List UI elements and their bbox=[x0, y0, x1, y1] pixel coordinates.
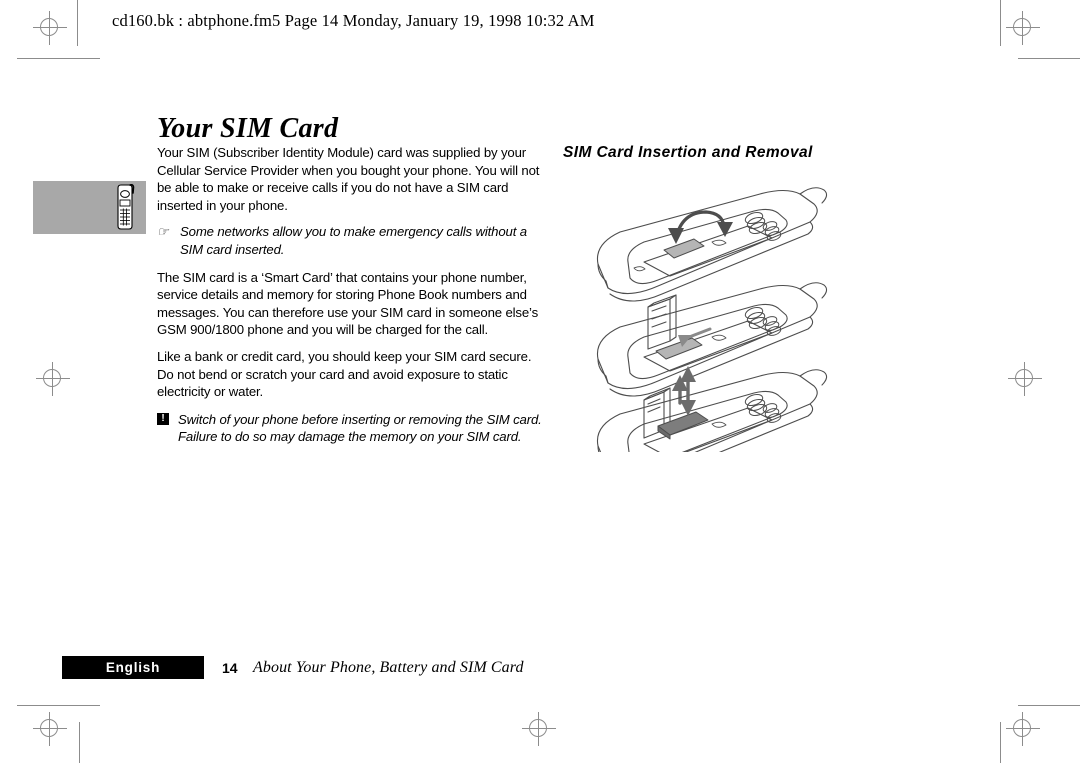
crop-line-left-horizontal-top bbox=[17, 58, 100, 60]
registration-hline bbox=[1008, 378, 1042, 380]
note-emergency-calls: ☞ Some networks allow you to make emerge… bbox=[157, 223, 549, 258]
crop-line-right-horizontal-top bbox=[1018, 58, 1080, 60]
crop-line-left-vertical-bottom bbox=[79, 722, 81, 763]
crop-line-right-vertical-top bbox=[1000, 0, 1002, 46]
crop-line-right-vertical-bottom bbox=[1000, 722, 1002, 763]
registration-mark-mid-left bbox=[36, 362, 70, 396]
registration-ring bbox=[529, 719, 547, 737]
section-heading-sim-insertion: SIM Card Insertion and Removal bbox=[563, 144, 813, 161]
registration-vline bbox=[49, 712, 51, 746]
footer-running-title: About Your Phone, Battery and SIM Card bbox=[253, 659, 524, 676]
pointing-hand-icon: ☞ bbox=[157, 224, 169, 240]
registration-vline bbox=[52, 362, 54, 396]
registration-ring bbox=[1015, 369, 1033, 387]
right-column: SIM Card Insertion and Removal bbox=[563, 144, 893, 162]
figure-phone-battery-compartment-open bbox=[596, 187, 828, 302]
paragraph-smart-card: The SIM card is a ‘Smart Card’ that cont… bbox=[157, 269, 539, 338]
registration-ring bbox=[1013, 18, 1031, 36]
exclamation-warning-icon: ! bbox=[157, 412, 169, 425]
registration-vline bbox=[1022, 11, 1024, 45]
registration-hline bbox=[33, 27, 67, 29]
registration-ring bbox=[43, 369, 61, 387]
footer-language-tab: English bbox=[62, 656, 204, 679]
registration-hline bbox=[1006, 728, 1040, 730]
page-title: Your SIM Card bbox=[157, 112, 339, 144]
crop-line-left-vertical-top bbox=[77, 0, 79, 46]
paragraph-card-care: Like a bank or credit card, you should k… bbox=[157, 348, 532, 400]
registration-vline bbox=[49, 11, 51, 45]
crop-line-left-horizontal-bottom bbox=[17, 705, 100, 707]
page-header-line: cd160.bk : abtphone.fm5 Page 14 Monday, … bbox=[112, 11, 595, 30]
warning-text: Switch of your phone before inserting or… bbox=[178, 411, 542, 445]
margin-icon-block bbox=[33, 181, 146, 234]
registration-ring bbox=[40, 719, 58, 737]
warning-switch-off-phone: ! Switch of your phone before inserting … bbox=[157, 411, 549, 446]
registration-mark-mid-right bbox=[1008, 362, 1042, 396]
registration-mark-bottom-center bbox=[522, 712, 556, 746]
registration-hline bbox=[33, 728, 67, 730]
note-text: Some networks allow you to make emergenc… bbox=[180, 224, 527, 257]
figure-sim-card-insertion bbox=[596, 366, 828, 452]
registration-ring bbox=[1013, 719, 1031, 737]
registration-mark-bottom-left bbox=[33, 712, 67, 746]
mobile-phone-illustration-icon bbox=[117, 184, 135, 230]
registration-vline bbox=[1022, 712, 1024, 746]
registration-mark-top-left bbox=[33, 11, 67, 45]
registration-hline bbox=[1006, 27, 1040, 29]
registration-vline bbox=[538, 712, 540, 746]
registration-vline bbox=[1024, 362, 1026, 396]
registration-mark-bottom-right bbox=[1006, 712, 1040, 746]
crop-line-right-horizontal-bottom bbox=[1018, 705, 1080, 707]
registration-ring bbox=[40, 18, 58, 36]
registration-hline bbox=[522, 728, 556, 730]
paragraph-sim-supplied: Your SIM (Subscriber Identity Module) ca… bbox=[157, 145, 540, 213]
sim-insertion-figure-group bbox=[596, 187, 828, 452]
registration-hline bbox=[36, 378, 70, 380]
registration-mark-top-right bbox=[1006, 11, 1040, 45]
footer-page-number: 14 bbox=[222, 660, 238, 676]
body-text-column: Your SIM (Subscriber Identity Module) ca… bbox=[157, 144, 549, 456]
